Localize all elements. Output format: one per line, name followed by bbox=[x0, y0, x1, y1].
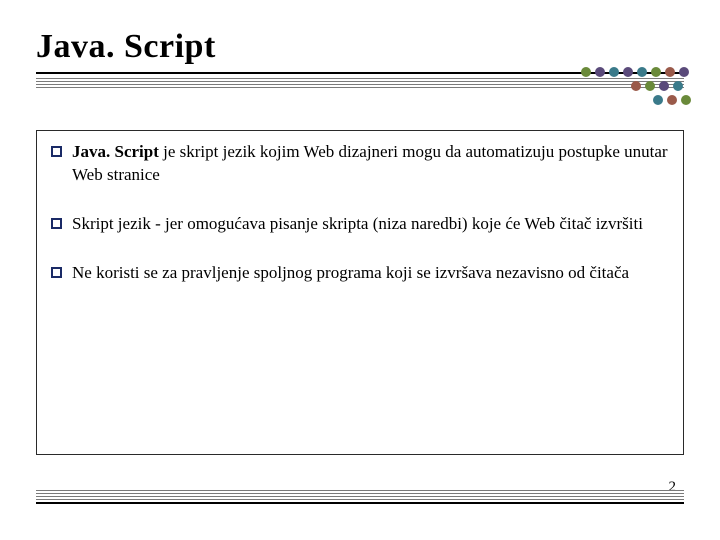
list-item: Java. Script je skript jezik kojim Web d… bbox=[51, 141, 669, 187]
list-item: Skript jezik - jer omogućava pisanje skr… bbox=[51, 213, 669, 236]
footer-underline bbox=[36, 488, 684, 504]
bullet-rest: Ne koristi se za pravljenje spoljnog pro… bbox=[72, 263, 629, 282]
bullet-bold: Java. Script bbox=[72, 142, 163, 161]
list-item: Ne koristi se za pravljenje spoljnog pro… bbox=[51, 262, 669, 285]
bullet-text: Java. Script je skript jezik kojim Web d… bbox=[72, 141, 669, 187]
bullet-text: Skript jezik - jer omogućava pisanje skr… bbox=[72, 213, 669, 236]
bullet-text: Ne koristi se za pravljenje spoljnog pro… bbox=[72, 262, 669, 285]
bullet-square-icon bbox=[51, 146, 62, 157]
slide: Java. Script Java. S bbox=[0, 0, 720, 540]
bullet-square-icon bbox=[51, 267, 62, 278]
bullet-rest: Skript jezik - jer omogućava pisanje skr… bbox=[72, 214, 643, 233]
content-box: Java. Script je skript jezik kojim Web d… bbox=[36, 130, 684, 455]
decoration-dots bbox=[576, 62, 696, 112]
bullet-square-icon bbox=[51, 218, 62, 229]
